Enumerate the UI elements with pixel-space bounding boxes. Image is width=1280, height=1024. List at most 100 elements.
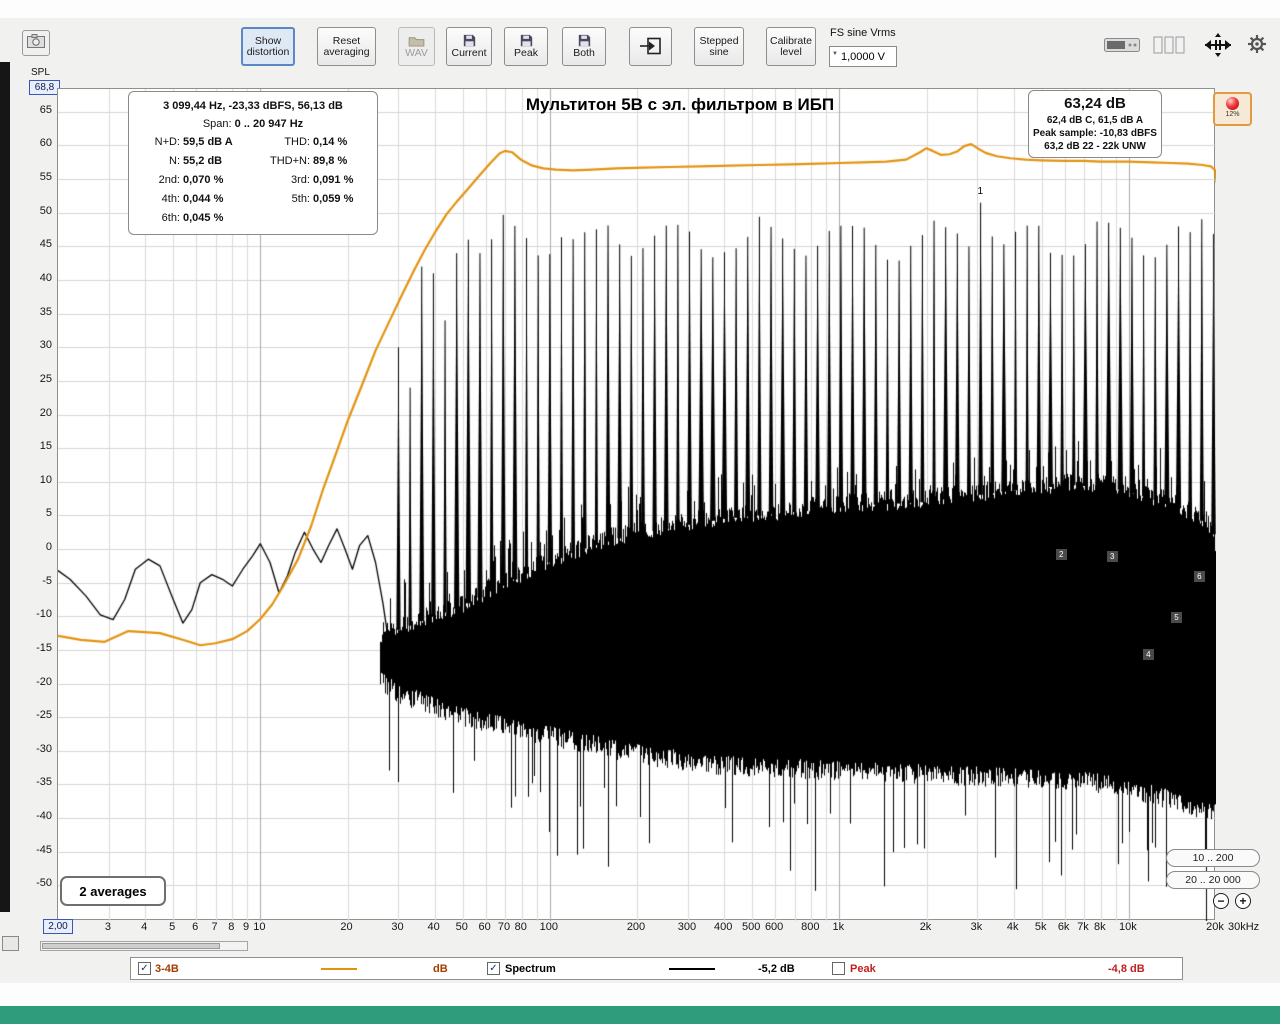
x-tick-label: 10k xyxy=(1118,921,1137,933)
spinner-arrow-icon[interactable]: ▼ xyxy=(830,51,841,63)
pan-arrows-icon xyxy=(1201,32,1235,62)
distortion-label: 2nd: xyxy=(158,174,180,186)
horizontal-scrollbar[interactable] xyxy=(40,941,248,951)
x-zoom-in-button[interactable]: + xyxy=(1235,893,1251,909)
distortion-value: 0,059 % xyxy=(313,193,354,205)
screenshot-button[interactable] xyxy=(22,30,50,56)
harmonic-marker-1: 1 xyxy=(977,186,984,198)
fs-sine-vrms-input[interactable]: ▼ 1,0000 V xyxy=(829,46,897,67)
minus-icon: − xyxy=(1217,893,1225,908)
y-tick-label: -15 xyxy=(36,641,52,654)
series1-checkbox[interactable]: ✓ xyxy=(138,962,151,975)
plus-icon: + xyxy=(1239,893,1247,908)
wav-button[interactable]: WAV xyxy=(398,27,435,66)
series2-checkbox[interactable]: ✓ xyxy=(487,962,500,975)
x-min-field[interactable]: 2,00 xyxy=(43,919,73,934)
wav-label: WAV xyxy=(405,46,428,59)
distortion-row: 2nd: 0,070 % 3rd: 0,091 % xyxy=(135,171,371,190)
y-tick-label: 35 xyxy=(39,305,52,318)
range-10-200-button[interactable]: 10 .. 200 xyxy=(1166,849,1260,867)
reset-averaging-button[interactable]: Reset averaging xyxy=(317,27,376,66)
distortion-table: N+D: 59,5 dB A THD: 0,14 % N: 55,2 dB THD+N: 89… xyxy=(135,133,371,228)
y-tick-label: 0 xyxy=(45,541,52,554)
cursor-info-box: 3 099,44 Hz, -23,33 dBFS, 56,13 dB Span:… xyxy=(128,91,378,235)
y-tick-label: 5 xyxy=(45,507,52,520)
x-tick-label: 200 xyxy=(626,921,646,933)
y-tick-label: 20 xyxy=(39,406,52,419)
y-max-field[interactable]: 68,8 xyxy=(29,80,60,95)
distortion-value: 55,2 dB xyxy=(183,155,223,167)
window-corner-icon[interactable] xyxy=(2,936,19,951)
stepped-sine-button[interactable]: Stepped sine xyxy=(694,27,744,66)
series2-label: Spectrum xyxy=(505,963,556,975)
x-tick-label: 20k xyxy=(1206,921,1224,933)
peak-sample: Peak sample: -10,83 dBFS xyxy=(1033,128,1157,139)
harmonic-marker-3: 3 xyxy=(1106,550,1118,562)
x-end-label: 30kHz xyxy=(1228,921,1260,933)
x-tick-label: 20 xyxy=(340,921,353,933)
analyzer-window: Show distortion Reset averaging WAV Curr… xyxy=(0,0,1280,1024)
y-tick-label: 40 xyxy=(39,272,52,285)
record-button[interactable]: 12% xyxy=(1213,92,1252,126)
level-info-box: 63,24 dB 62,4 dB C, 61,5 dB A Peak sampl… xyxy=(1028,90,1162,158)
settings-button[interactable] xyxy=(1245,34,1269,58)
distortion-label: THD: xyxy=(284,136,310,148)
distortion-value: 0,044 % xyxy=(183,193,224,205)
bottom-margin xyxy=(0,983,1280,1006)
distortion-value: 0,14 % xyxy=(313,136,348,148)
distortion-label xyxy=(261,209,313,228)
distortion-row: N+D: 59,5 dB A THD: 0,14 % xyxy=(135,133,371,152)
distortion-row: N: 55,2 dB THD+N: 89,8 % xyxy=(135,152,371,171)
camera-icon xyxy=(27,33,45,53)
range-20-20000-button[interactable]: 20 .. 20 000 xyxy=(1166,871,1260,889)
distortion-row: 6th: 0,045 % xyxy=(135,209,371,228)
distortion-label: 4th: xyxy=(161,193,180,205)
series2-value: -5,2 dB xyxy=(758,963,795,975)
legend-bar: ✓ 3-4B dB ✓ Spectrum -5,2 dB Peak -4,8 d… xyxy=(130,957,1183,980)
save-current-button[interactable]: Current xyxy=(446,27,492,66)
record-progress: 12% xyxy=(1225,111,1240,118)
series3-checkbox[interactable] xyxy=(832,962,845,975)
distortion-value: 0,070 % xyxy=(183,174,224,186)
x-tick-label: 10 xyxy=(253,921,266,933)
x-tick-label: 1k xyxy=(832,921,845,933)
y-tick-label: 55 xyxy=(39,171,52,184)
x-tick-label: 2k xyxy=(919,921,932,933)
y-tick-label: -45 xyxy=(36,843,52,856)
y-tick-label: -35 xyxy=(36,776,52,789)
unweighted-level: 63,2 dB 22 - 22k UNW xyxy=(1044,141,1146,152)
distortion-label: 5th: xyxy=(291,193,310,205)
fs-sine-vrms-value: 1,0000 V xyxy=(840,50,885,63)
save-both-button[interactable]: Both xyxy=(562,27,606,66)
distortion-label: N: xyxy=(169,155,180,167)
folder-icon xyxy=(408,35,425,48)
averages-badge: 2 averages xyxy=(60,876,166,906)
signal-routing-button[interactable] xyxy=(629,27,672,66)
bars-view-button[interactable] xyxy=(1151,36,1187,57)
distortion-value: 0,045 % xyxy=(183,212,224,224)
pan-zoom-button[interactable] xyxy=(1199,32,1237,62)
meter-display-icon xyxy=(1104,36,1140,59)
scrollbar-thumb[interactable] xyxy=(42,943,220,949)
calibrate-level-button[interactable]: Calibrate level xyxy=(766,27,816,66)
series1-unit: dB xyxy=(433,963,448,975)
left-edge-scrollbar[interactable] xyxy=(0,62,10,912)
series1-line-sample xyxy=(321,968,357,970)
distortion-label: 6th: xyxy=(161,212,180,224)
save-peak-button[interactable]: Peak xyxy=(504,27,548,66)
save-peak-label: Peak xyxy=(514,47,538,59)
y-tick-label: 10 xyxy=(39,473,52,486)
y-tick-label: 45 xyxy=(39,238,52,251)
y-tick-label: 30 xyxy=(39,339,52,352)
distortion-label: THD+N: xyxy=(269,155,310,167)
meter-display-button[interactable] xyxy=(1103,37,1141,57)
series3-label: Peak xyxy=(850,963,876,975)
x-zoom-out-button[interactable]: − xyxy=(1213,893,1229,909)
save-both-label: Both xyxy=(573,47,595,59)
save-icon xyxy=(578,34,591,48)
taskbar-strip xyxy=(0,1006,1280,1024)
span-label: Span: xyxy=(202,118,232,130)
span-readout: Span: 0 .. 20 947 Hz xyxy=(135,115,371,133)
route-into-box-icon xyxy=(639,36,663,57)
show-distortion-button[interactable]: Show distortion xyxy=(241,27,295,66)
